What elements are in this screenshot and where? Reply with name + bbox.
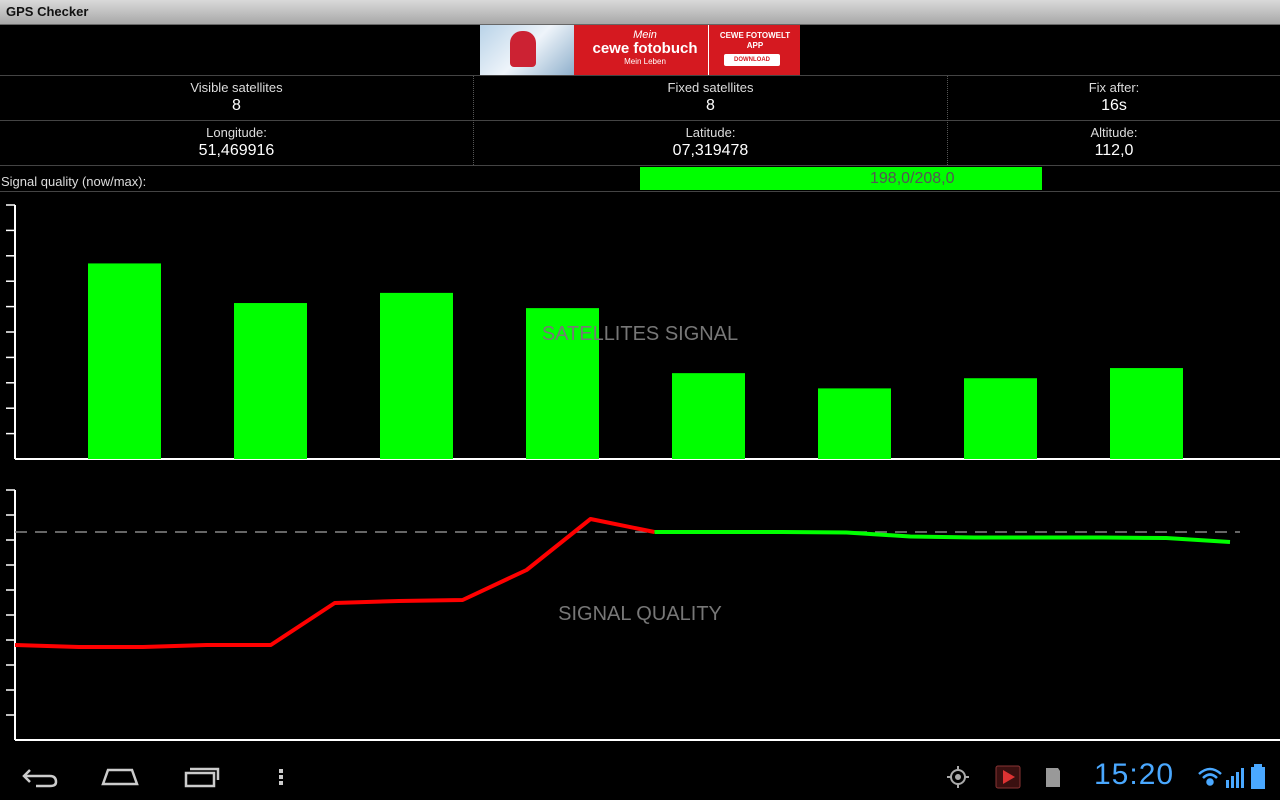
- ad-brand-name: cewe fotobuch: [592, 40, 698, 57]
- satellite-signal-bar: [380, 292, 453, 459]
- divider: [0, 165, 1280, 166]
- satellite-signal-bar: [818, 388, 891, 459]
- fixed-satellites-value: 8: [706, 97, 715, 114]
- signal-quality-line-before-fix: [14, 517, 655, 649]
- media-notification-icon: [995, 765, 1021, 789]
- visible-satellites-cell: Visible satellites 8: [0, 80, 473, 116]
- fixed-satellites-cell: Fixed satellites 8: [474, 80, 947, 116]
- status-clock: 15:20: [1094, 758, 1175, 791]
- altitude-value: 112,0: [1094, 142, 1134, 159]
- satellite-signal-bar: [88, 263, 161, 459]
- gps-icon: [947, 766, 969, 788]
- cell-signal-icon: [1226, 768, 1244, 788]
- visible-satellites-label: Visible satellites: [190, 80, 283, 95]
- ad-app-label: CEWE FOTOWELT APP: [719, 31, 791, 50]
- system-nav-bar: 15:20: [0, 752, 1280, 800]
- longitude-cell: Longitude: 51,469916: [0, 125, 473, 161]
- visible-satellites-value: 8: [232, 97, 241, 114]
- back-icon[interactable]: [22, 769, 58, 788]
- fix-after-cell: Fix after: 16s: [948, 80, 1280, 116]
- divider: [0, 191, 1280, 192]
- ad-banner[interactable]: Mein cewe fotobuch Mein Leben CEWE FOTOW…: [480, 25, 800, 75]
- signal-quality-line-after-fix: [654, 530, 1231, 544]
- altitude-label: Altitude:: [1090, 125, 1138, 140]
- divider: [0, 120, 1280, 121]
- satellite-signal-bar: [964, 378, 1037, 459]
- satellite-signal-bar: [234, 303, 307, 459]
- title-bar: GPS Checker: [0, 0, 1280, 25]
- wifi-icon: [1198, 767, 1222, 786]
- signal-quality-title: SIGNAL QUALITY: [558, 603, 722, 625]
- satellite-signal-bar: [1110, 368, 1183, 459]
- ad-divider: [708, 25, 709, 75]
- sd-card-icon: [1046, 768, 1060, 787]
- signal-quality-chart: SIGNAL QUALITY: [6, 489, 1280, 741]
- home-icon[interactable]: [101, 768, 139, 786]
- ad-brand: Mein cewe fotobuch Mein Leben: [590, 29, 700, 66]
- latitude-value: 07,319478: [672, 142, 749, 159]
- latitude-cell: Latitude: 07,319478: [474, 125, 947, 161]
- ad-brand-tagline: Mein Leben: [624, 57, 666, 66]
- signal-quality-text: 198,0/208,0: [870, 170, 955, 187]
- satellite-signal-bar: [672, 373, 745, 459]
- ad-download-button[interactable]: DOWNLOAD: [724, 54, 780, 66]
- longitude-label: Longitude:: [206, 125, 267, 140]
- app-title: GPS Checker: [6, 4, 89, 19]
- satellites-signal-chart: SATELLITES SIGNAL: [6, 204, 1280, 460]
- fixed-satellites-label: Fixed satellites: [667, 80, 754, 95]
- divider: [0, 75, 1280, 76]
- ad-photo: [480, 25, 574, 75]
- altitude-cell: Altitude: 112,0: [948, 125, 1280, 161]
- menu-icon[interactable]: [279, 769, 283, 785]
- signal-quality-label: Signal quality (now/max):: [1, 174, 147, 189]
- battery-icon: [1251, 764, 1265, 789]
- satellites-signal-title: SATELLITES SIGNAL: [542, 323, 738, 345]
- fix-after-value: 16s: [1101, 97, 1127, 114]
- longitude-value: 51,469916: [198, 142, 275, 159]
- recent-apps-icon[interactable]: [184, 767, 220, 788]
- signal-quality-bar: [640, 167, 1042, 190]
- latitude-label: Latitude:: [685, 125, 736, 140]
- fix-after-label: Fix after:: [1088, 80, 1140, 95]
